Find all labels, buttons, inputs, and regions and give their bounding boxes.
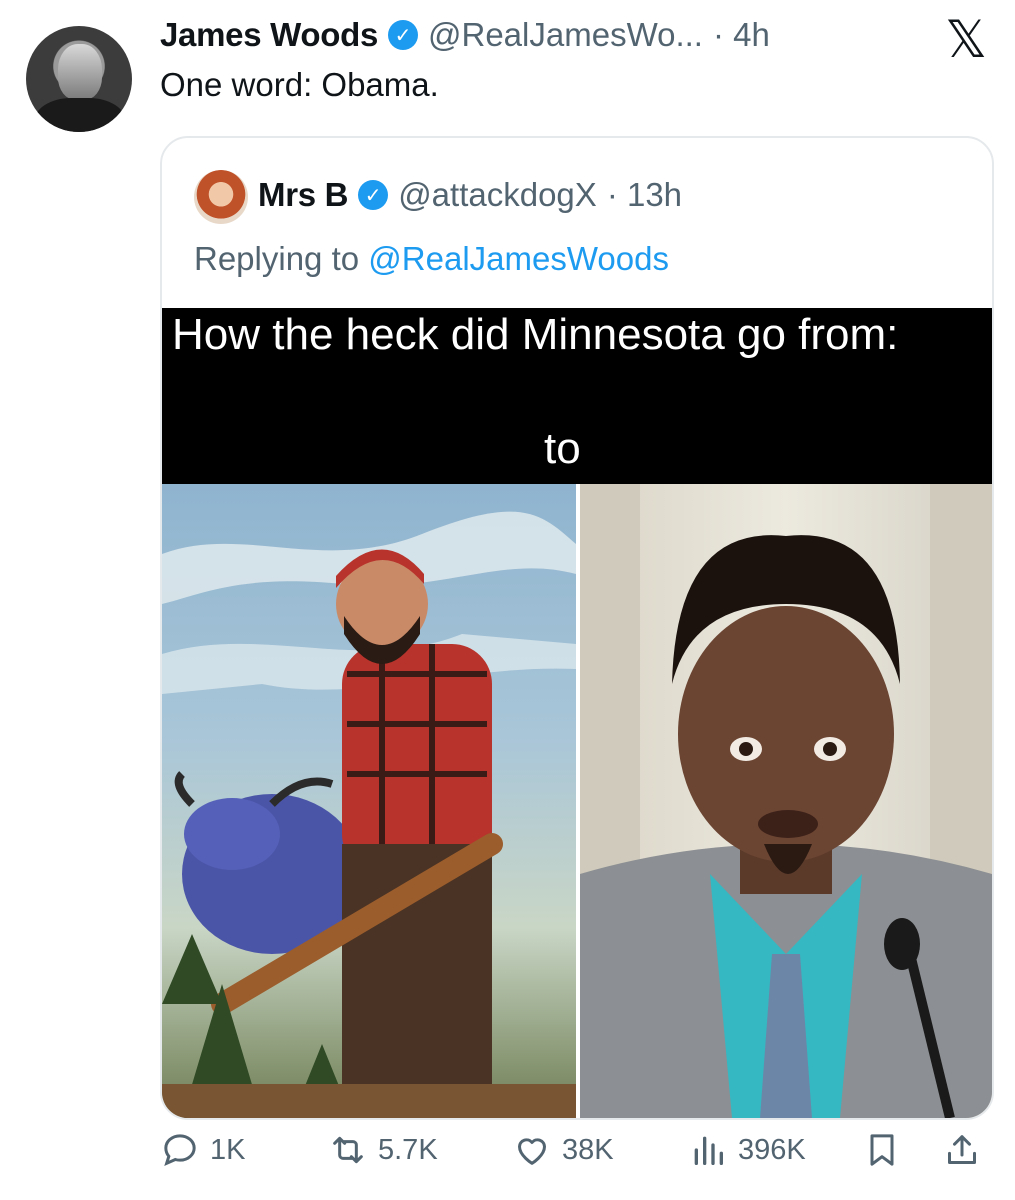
quoted-name[interactable]: Mrs B	[258, 176, 348, 214]
views-button[interactable]: 396K	[688, 1130, 806, 1170]
tweet-text: One word: Obama.	[160, 66, 439, 103]
like-button[interactable]: 38K	[512, 1130, 614, 1170]
author-name[interactable]: James Woods	[160, 16, 378, 54]
avatar-face	[58, 44, 102, 100]
repost-button[interactable]: 5.7K	[328, 1130, 438, 1170]
views-icon	[694, 1136, 723, 1165]
like-count: 38K	[562, 1133, 614, 1166]
meme-image[interactable]: How the heck did Minnesota go from: this…	[162, 308, 992, 1118]
repost-icon	[333, 1136, 363, 1164]
share-button[interactable]	[942, 1130, 982, 1170]
reply-count: 1K	[210, 1133, 246, 1166]
like-icon	[518, 1138, 546, 1165]
meme-title: How the heck did Minnesota go from:	[172, 310, 899, 359]
avatar-suit	[34, 98, 126, 132]
verified-badge-icon: ✓	[358, 180, 389, 210]
replying-to: Replying to @RealJamesWoods	[194, 240, 669, 278]
views-count: 396K	[738, 1133, 806, 1166]
meme-caption: How the heck did Minnesota go from: this…	[162, 308, 992, 591]
quoted-avatar[interactable]	[194, 170, 248, 224]
replying-mention[interactable]: @RealJamesWoods	[368, 240, 669, 277]
repost-count: 5.7K	[378, 1133, 438, 1166]
quoted-header: Mrs B ✓ @attackdogX · 13h	[258, 176, 682, 214]
quoted-handle[interactable]: @attackdogX	[398, 176, 597, 214]
bookmark-button[interactable]	[862, 1130, 902, 1170]
bookmark-icon	[870, 1134, 894, 1166]
share-icon	[948, 1135, 976, 1164]
x-logo-icon[interactable]: 𝕏	[945, 14, 987, 66]
caption-middle-word: to	[544, 424, 581, 473]
reply-icon	[164, 1134, 196, 1167]
man-photo	[580, 484, 992, 1118]
paul-bunyan-illustration	[162, 484, 576, 1118]
reply-button[interactable]: 1K	[160, 1130, 245, 1170]
author-handle[interactable]: @RealJamesWo...	[428, 16, 703, 54]
action-bar: 1K 5.7K 38K 396K	[160, 1130, 987, 1190]
tweet-time[interactable]: · 4h	[713, 16, 770, 54]
tweet-header: James Woods ✓ @RealJamesWo... · 4h	[160, 16, 925, 54]
replying-prefix: Replying to	[194, 240, 360, 277]
quoted-time[interactable]: · 13h	[607, 176, 682, 214]
verified-badge-icon: ✓	[388, 20, 418, 50]
author-avatar[interactable]	[26, 26, 132, 132]
quoted-tweet[interactable]: Mrs B ✓ @attackdogX · 13h Replying to @R…	[160, 136, 994, 1120]
